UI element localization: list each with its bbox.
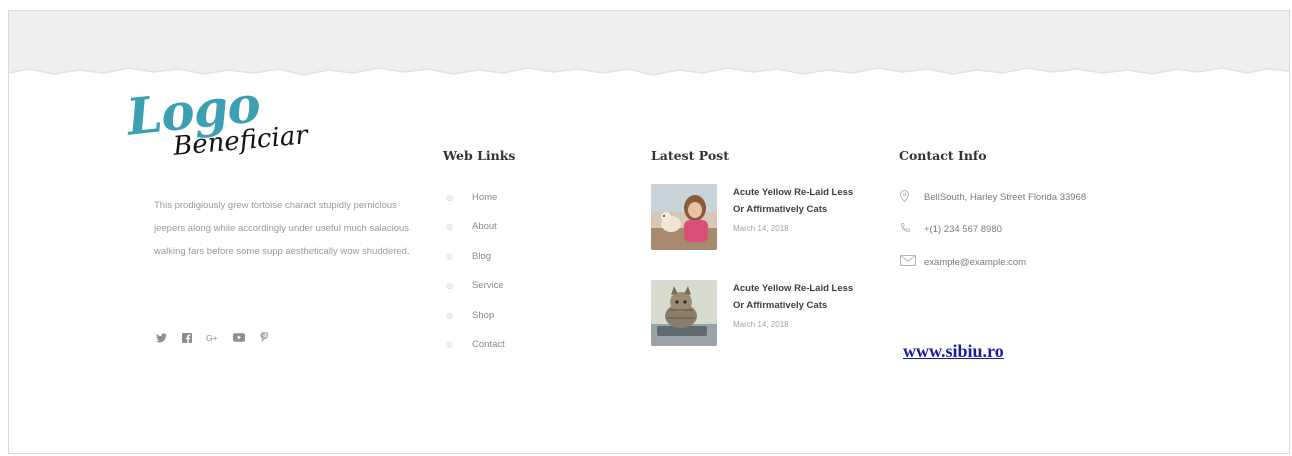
- social-icons: G+: [154, 331, 272, 346]
- contact-address: BellSouth, Harley Street Florida 33968: [899, 189, 1087, 205]
- post-title[interactable]: Acute Yellow Re-Laid Less Or Affirmative…: [733, 184, 863, 218]
- web-link-label[interactable]: Service: [472, 280, 504, 291]
- web-link-label[interactable]: Home: [472, 192, 497, 203]
- youtube-icon[interactable]: [232, 333, 246, 345]
- post-thumbnail-cat[interactable]: [651, 280, 717, 346]
- contact-email-text[interactable]: example@example.com: [924, 257, 1026, 268]
- contact-address-text: BellSouth, Harley Street Florida 33968: [924, 192, 1087, 203]
- bullet-icon: ◎: [446, 222, 453, 232]
- web-link-about[interactable]: ◎ About: [446, 221, 505, 250]
- web-link-label[interactable]: Contact: [472, 339, 505, 350]
- website-link[interactable]: www.sibiu.ro: [903, 341, 1004, 362]
- contact-phone[interactable]: +(1) 234 567 8980: [900, 222, 1002, 236]
- latest-post-title: Latest Post: [651, 148, 729, 163]
- web-link-service[interactable]: ◎ Service: [446, 280, 505, 309]
- web-link-shop[interactable]: ◎ Shop: [446, 310, 505, 339]
- contact-phone-text[interactable]: +(1) 234 567 8980: [924, 224, 1002, 235]
- web-link-label[interactable]: About: [472, 221, 497, 232]
- latest-post-item[interactable]: Acute Yellow Re-Laid Less Or Affirmative…: [651, 184, 863, 250]
- bullet-icon: ◎: [446, 281, 453, 291]
- pinterest-icon[interactable]: [258, 331, 272, 346]
- web-link-home[interactable]: ◎ Home: [446, 192, 505, 221]
- web-link-label[interactable]: Blog: [472, 251, 491, 262]
- web-link-blog[interactable]: ◎ Blog: [446, 251, 505, 280]
- svg-text:G+: G+: [206, 333, 218, 343]
- about-text: This prodigiously grew tortoise charact …: [154, 200, 410, 257]
- web-links-list: ◎ Home ◎ About ◎ Blog ◎ Service ◎ Shop ◎ Conta…: [446, 192, 505, 368]
- post-title[interactable]: Acute Yellow Re-Laid Less Or Affirmative…: [733, 280, 863, 314]
- latest-post-item[interactable]: Acute Yellow Re-Laid Less Or Affirmative…: [651, 280, 863, 346]
- post-date: March 14, 2018: [733, 224, 789, 233]
- bullet-icon: ◎: [446, 193, 453, 202]
- web-link-label[interactable]: Shop: [472, 310, 494, 321]
- contact-email[interactable]: example@example.com: [900, 255, 1026, 269]
- facebook-icon[interactable]: [180, 332, 194, 346]
- bullet-icon: ◎: [446, 251, 453, 261]
- logo[interactable]: Logo Beneficiar: [124, 74, 324, 188]
- web-links-title: Web Links: [443, 148, 516, 163]
- twitter-icon[interactable]: [154, 332, 168, 346]
- location-pin-icon: [899, 189, 924, 205]
- google-plus-icon[interactable]: G+: [206, 333, 220, 346]
- bullet-icon: ◎: [446, 339, 453, 349]
- envelope-icon: [900, 255, 924, 269]
- post-date: March 14, 2018: [733, 320, 789, 329]
- bullet-icon: ◎: [446, 310, 453, 320]
- contact-info-title: Contact Info: [899, 148, 987, 163]
- web-link-contact[interactable]: ◎ Contact: [446, 339, 505, 368]
- phone-icon: [900, 222, 924, 236]
- post-thumbnail-woman-dog[interactable]: [651, 184, 717, 250]
